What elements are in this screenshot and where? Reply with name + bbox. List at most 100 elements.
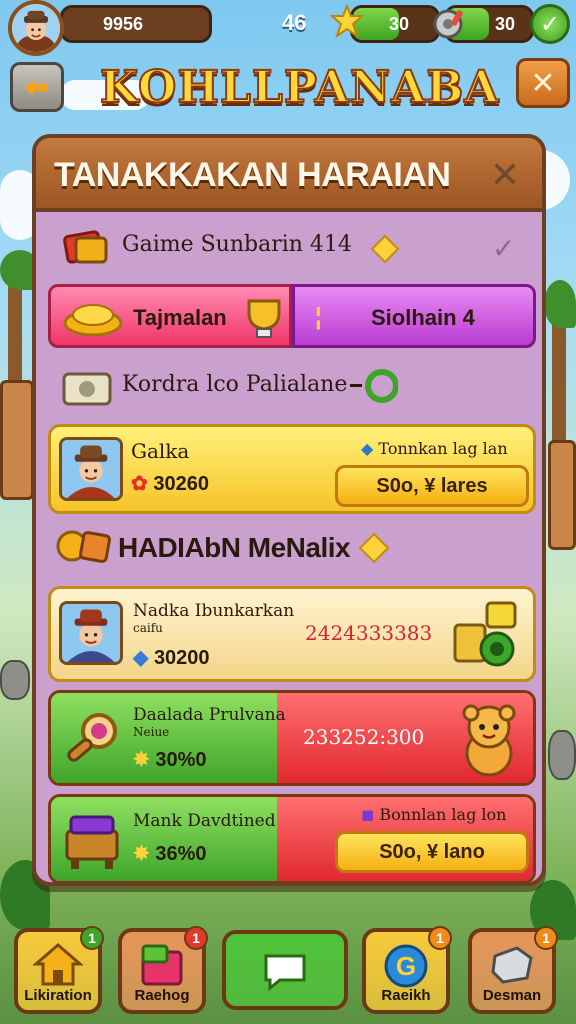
coins-counter: 9956 [60, 5, 212, 43]
player-card-action-button[interactable]: S0o, ¥ lares [335, 465, 529, 507]
back-button[interactable]: ⬅ [10, 62, 64, 112]
bird-icon: ◆ [361, 439, 379, 458]
star-icon [370, 234, 400, 264]
green-ring-icon [350, 369, 398, 403]
badge: 1 [80, 926, 104, 950]
check-icon: ✓ [539, 10, 561, 38]
player-value: 30260 [153, 473, 209, 495]
tab-left-label: Tajmalan [133, 305, 227, 330]
monkey-pet-icon [462, 704, 516, 777]
reward-1-title: Nadka Ibunkarkan [133, 601, 295, 621]
red-flower-icon: ✿ [131, 473, 154, 495]
bottom-button-likiration[interactable]: 1 Likiration [14, 926, 104, 1014]
reward-card-3[interactable]: Mank Davdtined ✸ 36%0 ◼ Bonnlan lag lon … [48, 794, 536, 882]
bottom-label-likiration: Likiration [24, 987, 92, 1004]
panel-header: TANAKKAKAN HARAIAN ✕ [36, 138, 542, 212]
confirm-check-button[interactable]: ✓ [530, 4, 570, 44]
bottom-button-raeikh[interactable]: G 1 Raeikh [362, 926, 452, 1014]
palm-leaf [544, 280, 576, 328]
reward-2-title: Daalada Prulvana [133, 705, 286, 725]
player-portrait-icon [62, 604, 120, 662]
svg-text:G: G [396, 951, 416, 981]
top-bar: 9956 46 30 30 ✓ [0, 0, 576, 56]
player-value-row: ✿ 30260 [131, 471, 209, 496]
player-card-hint-row: ◆ Tonnkan lag lan [361, 439, 508, 458]
player-card-hint: Tonnkan lag lan [378, 439, 508, 458]
game-row-label: Gaime Sunbarin 414 [122, 232, 352, 257]
reward-1-subtitle: caifu [133, 621, 163, 635]
purple-gem-icon: ◼ [361, 805, 380, 824]
reward-3-action-button[interactable]: S0o, ¥ lano [335, 831, 529, 873]
panel-title: TANAKKAKAN HARAIAN [54, 156, 451, 194]
gold-pile-icon [63, 304, 123, 337]
gift-box-icon [141, 944, 183, 986]
home-icon [33, 943, 83, 986]
reward-1-right-text: 2424333383 [305, 621, 433, 645]
tab-siolhain[interactable]: ¦ Siolhain 4 [292, 284, 536, 348]
player-portrait-icon [62, 440, 120, 498]
chat-bubble-icon [264, 954, 306, 992]
game-title: KOHLLPANABA [99, 61, 500, 114]
reward-2-subtitle: Neiue [133, 725, 170, 739]
player-avatar[interactable] [8, 0, 64, 56]
reward-3-hint: Bonnlan lag lon [379, 805, 507, 824]
reward-card-1[interactable]: Nadka Ibunkarkan caifu ◆ 30200 242433338… [48, 586, 536, 682]
star-icon [358, 532, 390, 564]
reward-3-amount: 36%0 [155, 843, 207, 865]
arrow-left-icon: ⬅ [24, 69, 50, 105]
rewards-heading: HADIAbN MeNalix [118, 532, 351, 563]
rock [548, 730, 576, 780]
bottom-button-raehog[interactable]: 1 Raehog [118, 926, 208, 1014]
star-icon: ✸ [133, 843, 156, 865]
reward-2-amount: 30%0 [155, 749, 207, 771]
hut [548, 440, 576, 550]
cash-bundle-icon [62, 372, 112, 406]
gear-tool-icon [433, 9, 463, 39]
trophy-icon [247, 299, 281, 338]
chevron-check-icon[interactable]: ✓ [492, 232, 515, 265]
reward-1-amount: 30200 [153, 647, 210, 669]
stone-block-icon [491, 946, 533, 984]
badge: 1 [534, 926, 558, 950]
level-indicator: 46 [282, 10, 307, 35]
reward-3-amount-row: ✸ 36%0 [133, 841, 206, 866]
g-badge-icon: G [384, 944, 428, 988]
player-card-action-label: S0o, ¥ lares [376, 474, 488, 497]
reward-3-hint-row: ◼ Bonnlan lag lon [361, 805, 506, 824]
treasure-chest-icon [65, 815, 119, 869]
star-icon: ✸ [133, 749, 156, 771]
magnifier-icon [67, 713, 117, 762]
coins-value: 9956 [103, 13, 144, 34]
bottom-label-raehog: Raehog [134, 987, 190, 1004]
panel-close-button[interactable]: ✕ [484, 154, 526, 196]
reward-2-right-text: 233252:300 [303, 725, 425, 749]
bottom-button-chat[interactable] [222, 930, 348, 1010]
reward-3-title: Mank Davdtined [133, 811, 276, 831]
close-top-button[interactable]: ✕ [516, 58, 570, 108]
reward-2-amount-row: ✸ 30%0 [133, 747, 206, 772]
hut [0, 380, 34, 500]
reward-3-action-label: S0o, ¥ lano [379, 840, 485, 863]
blue-cube-icon: ◆ [133, 647, 154, 669]
reward-card-2[interactable]: Daalada Prulvana Neiue ✸ 30%0 233252:300 [48, 690, 536, 786]
tab-tajmalan[interactable]: Tajmalan [48, 284, 292, 348]
badge: 1 [428, 926, 452, 950]
reward-1-amount-row: ◆ 30200 [133, 645, 210, 670]
gift-boxes-icon [453, 601, 517, 667]
tab-right-label: Siolhain 4 [371, 305, 475, 330]
resource-2-value: 30 [495, 13, 516, 34]
resource-1-value: 30 [389, 13, 410, 34]
sun-gem-icon [330, 4, 364, 39]
close-icon: ✕ [530, 65, 556, 101]
bottom-button-desman[interactable]: 1 Desman [468, 926, 558, 1014]
bottom-label-desman: Desman [482, 987, 542, 1004]
daily-tasks-panel: TANAKKAKAN HARAIAN ✕ Gaime Sunbarin 414 … [32, 134, 546, 886]
badge: 1 [184, 926, 208, 950]
rock [0, 660, 30, 700]
section-label: Kordra lco Palialane [122, 372, 348, 397]
ticket-icon [63, 230, 108, 264]
player-portrait-icon [12, 4, 60, 52]
player-card: Galka ✿ 30260 ◆ Tonnkan lag lan S0o, ¥ l… [48, 424, 536, 514]
player-name: Galka [131, 439, 190, 463]
player-card-portrait [59, 437, 123, 501]
